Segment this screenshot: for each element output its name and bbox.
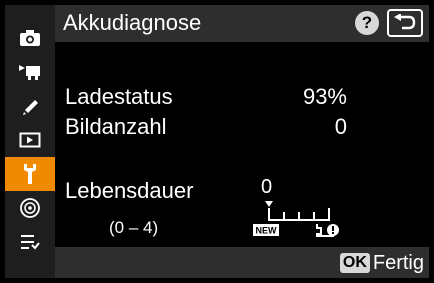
my-menu-icon [21, 235, 40, 250]
sidebar-item-network[interactable] [5, 191, 55, 225]
scale-ticks [268, 208, 330, 221]
ok-button-badge: OK [339, 252, 370, 273]
life-value: 0 [261, 176, 273, 198]
network-icon [20, 198, 40, 218]
sidebar-item-photo-shooting[interactable] [5, 21, 55, 55]
movie-icon [19, 65, 40, 80]
life-label: Lebensdauer [65, 178, 194, 203]
life-range: (0 – 4) [109, 218, 159, 237]
wrench-icon [24, 164, 36, 184]
back-button[interactable] [387, 9, 423, 37]
header-bar: Akkudiagnose ? [55, 5, 429, 42]
charge-value: 93% [302, 84, 347, 109]
done-label: Fertig [372, 251, 424, 274]
sidebar-item-my-menu[interactable] [5, 225, 55, 259]
shots-value: 0 [334, 114, 347, 139]
charge-label: Ladestatus [65, 84, 173, 109]
screen: Akkudiagnose ? Ladestatus 93% Bildanzahl… [0, 0, 434, 283]
ok-done-button[interactable]: OK Fertig [339, 250, 424, 275]
sidebar-item-setup[interactable] [5, 157, 55, 191]
page-title: Akkudiagnose [63, 10, 202, 35]
back-arrow-icon [394, 14, 416, 30]
new-badge-icon: NEW [253, 224, 279, 236]
help-button[interactable]: ? [355, 11, 379, 35]
svg-text:NEW: NEW [256, 226, 278, 236]
battery-life-scale: NEW [253, 201, 339, 237]
sidebar-item-playback[interactable] [5, 123, 55, 157]
pencil-icon [23, 100, 38, 115]
battery-warning-icon [316, 224, 339, 237]
life-indicator-triangle [265, 201, 273, 207]
camera-icon [20, 30, 40, 46]
shots-label: Bildanzahl [65, 114, 167, 139]
sidebar-item-movie-shooting[interactable] [5, 55, 55, 89]
footer-bar: OK Fertig [55, 247, 429, 278]
sidebar [5, 5, 55, 278]
battery-info-panel: Ladestatus 93% Bildanzahl 0 Lebensdauer … [55, 42, 429, 247]
playback-icon [19, 132, 41, 148]
sidebar-item-custom-settings[interactable] [5, 89, 55, 123]
